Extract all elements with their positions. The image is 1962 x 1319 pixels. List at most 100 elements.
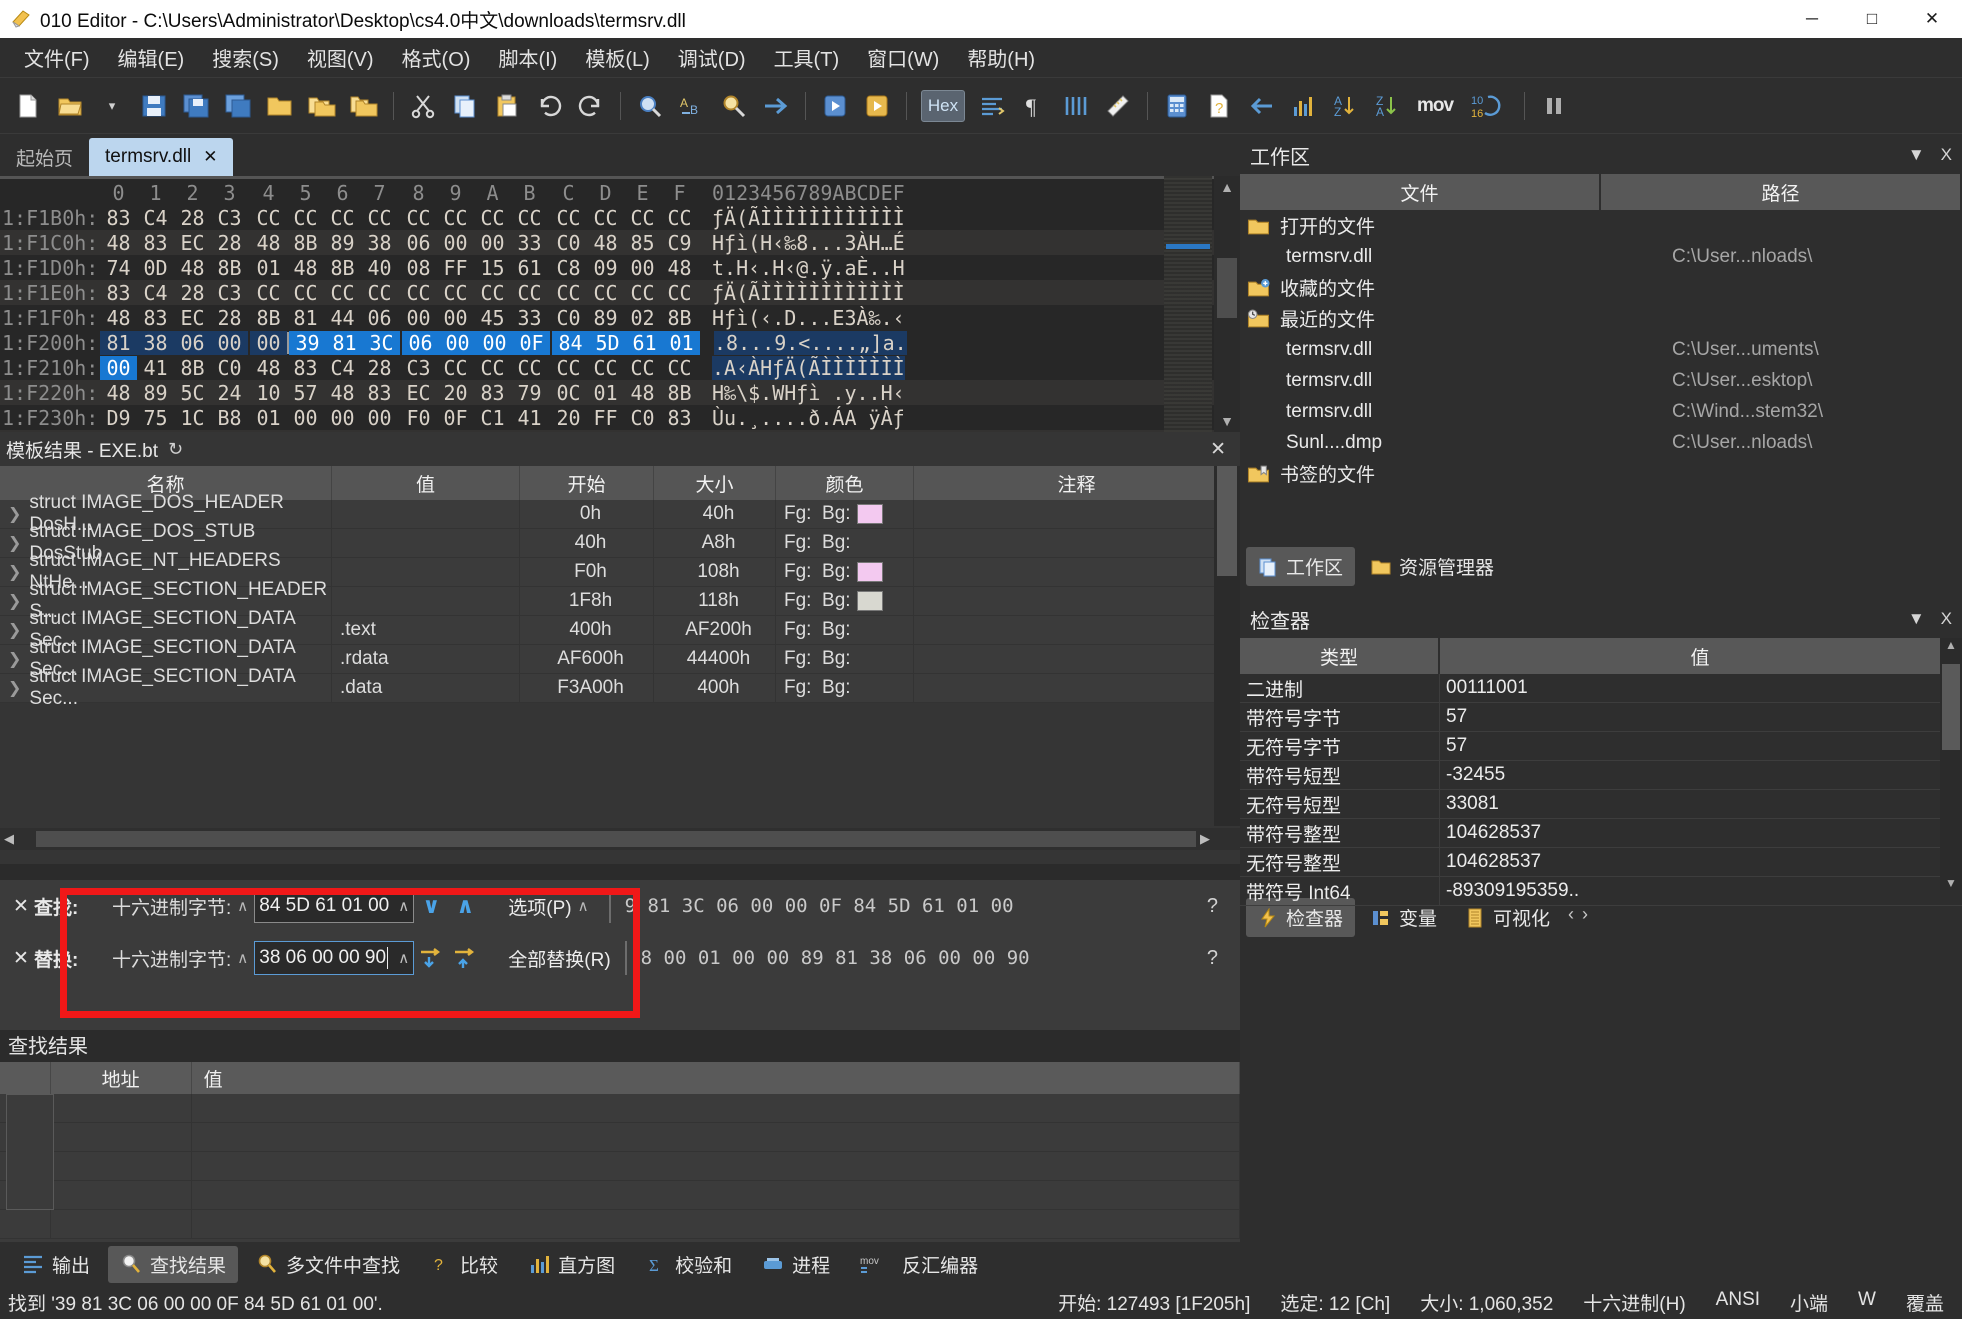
- hex-byte[interactable]: 0D: [137, 256, 174, 280]
- hex-byte[interactable]: CC: [400, 281, 437, 305]
- inspector-row[interactable]: 无符号整型 104628537: [1240, 848, 1962, 877]
- replace-input[interactable]: 38 06 00 00 90 ∧: [254, 941, 415, 975]
- hex-byte[interactable]: 09: [587, 256, 624, 280]
- find-input[interactable]: 84 5D 61 01 00 ∧: [254, 889, 415, 923]
- inspector-scroll-up-icon[interactable]: ▲: [1940, 638, 1962, 652]
- histogram-icon[interactable]: [1283, 86, 1323, 126]
- hex-byte[interactable]: C0: [211, 356, 248, 380]
- hex-byte[interactable]: 45: [474, 306, 511, 330]
- close-button[interactable]: ✕: [1902, 0, 1962, 38]
- redo-icon[interactable]: [571, 86, 611, 126]
- hex-byte[interactable]: 44: [324, 306, 361, 330]
- inspector-row[interactable]: 无符号字节 57: [1240, 732, 1962, 761]
- hex-byte[interactable]: 0F: [437, 406, 474, 430]
- hex-row[interactable]: 1:F220h: 48 89 5C 24 10 57 48 83 EC 20 83 79 0C 01 48 8B…: [0, 380, 1240, 405]
- inspector-row-value[interactable]: -89309195359..: [1440, 877, 1962, 905]
- hex-byte[interactable]: 61: [511, 256, 548, 280]
- copy-icon[interactable]: [445, 86, 485, 126]
- hex-row[interactable]: 1:F200h: 81 38 06 00 00 39 81 3C 06 00 00 0F 84 5D 61 01…: [0, 330, 1240, 355]
- replace-prev-button[interactable]: [448, 941, 482, 975]
- hex-byte[interactable]: 75: [137, 406, 174, 430]
- hex-byte[interactable]: 48: [100, 231, 137, 255]
- hex-byte[interactable]: 48: [100, 381, 137, 405]
- hex-byte[interactable]: CC: [511, 206, 548, 230]
- bottom-tab-find-results[interactable]: 查找结果: [108, 1245, 239, 1283]
- color-swatch[interactable]: [856, 591, 883, 611]
- menu-templates[interactable]: 模板(L): [571, 39, 663, 76]
- hex-byte[interactable]: 28: [211, 306, 248, 330]
- workspace-file-item[interactable]: termsrv.dll C:\User...nloads\: [1240, 241, 1962, 272]
- hex-byte[interactable]: CC: [587, 206, 624, 230]
- hex-byte[interactable]: CC: [587, 281, 624, 305]
- replace-all-button[interactable]: 全部替换(R): [508, 945, 610, 972]
- hex-byte[interactable]: 02: [624, 306, 661, 330]
- hex-byte[interactable]: CC: [287, 206, 324, 230]
- find-results-col-address[interactable]: 地址: [51, 1062, 192, 1094]
- hex-ascii[interactable]: ƒÄ(ÃÌÌÌÌÌÌÌÌÌÌÌÌ: [712, 206, 905, 230]
- hex-byte[interactable]: 48: [624, 381, 661, 405]
- workspace-close-icon[interactable]: X: [1941, 145, 1952, 165]
- hex-ascii[interactable]: .A‹ÀHƒÄ(ÃÌÌÌÌÌÌÌ: [712, 355, 905, 380]
- col-header-value[interactable]: 值: [332, 466, 520, 500]
- save-file-button[interactable]: [134, 86, 174, 126]
- workspace-rows-container[interactable]: 打开的文件 termsrv.dll C:\User...nloads\ 收藏的文件 最近…: [1240, 210, 1962, 489]
- hex-ascii[interactable]: ƒÄ(ÃÌÌÌÌÌÌÌÌÌÌÌÌ: [712, 281, 905, 305]
- color-swatch[interactable]: [856, 504, 883, 524]
- hex-byte[interactable]: 00: [324, 406, 361, 430]
- expand-chevron-icon[interactable]: ❯: [8, 562, 21, 582]
- hex-byte[interactable]: C8: [550, 256, 587, 280]
- hex-byte[interactable]: 39: [289, 330, 326, 355]
- hex-byte[interactable]: 79: [511, 381, 548, 405]
- hex-byte[interactable]: 00: [474, 231, 511, 255]
- inspector-row[interactable]: 带符号字节 57: [1240, 703, 1962, 732]
- hex-row[interactable]: 1:F1B0h: 83 C4 28 C3 CC CC CC CC CC CC CC CC CC CC CC CC…: [0, 205, 1240, 230]
- find-in-files-icon[interactable]: [714, 86, 754, 126]
- refresh-icon[interactable]: ↻: [168, 439, 183, 460]
- replace-icon[interactable]: AB: [672, 86, 712, 126]
- hex-byte[interactable]: 38: [361, 231, 398, 255]
- hex-rows-container[interactable]: 1:F1B0h: 83 C4 28 C3 CC CC CC CC CC CC CC CC CC CC CC CC…: [0, 205, 1240, 432]
- hex-byte[interactable]: 84: [552, 330, 589, 355]
- menu-edit[interactable]: 编辑(E): [104, 39, 199, 76]
- inspector-rows-container[interactable]: 二进制 00111001 带符号字节 57 无符号字节 57 带符号短型 -32455 无符号短…: [1240, 674, 1962, 906]
- workspace-file-item[interactable]: Sunl....dmp C:\User...nloads\: [1240, 427, 1962, 458]
- hex-row[interactable]: 1:F230h: D9 75 1C B8 01 00 00 00 F0 0F C1 41 20 FF C0 83…: [0, 405, 1240, 430]
- hex-byte[interactable]: CC: [624, 356, 661, 380]
- hex-byte[interactable]: CC: [587, 356, 624, 380]
- expand-chevron-icon[interactable]: ❯: [8, 678, 21, 698]
- hex-byte[interactable]: 20: [437, 381, 474, 405]
- hex-byte[interactable]: 00: [100, 355, 137, 380]
- hex-byte[interactable]: 8B: [174, 356, 211, 380]
- find-results-body[interactable]: [0, 1094, 1240, 1239]
- base-convert-icon[interactable]: 10 16: [1463, 86, 1515, 126]
- row-color[interactable]: Fg: Bg:: [776, 558, 914, 586]
- paragraph-icon[interactable]: ¶: [1014, 86, 1054, 126]
- hex-byte[interactable]: 00: [400, 306, 437, 330]
- hex-byte[interactable]: 48: [250, 231, 287, 255]
- hex-byte[interactable]: 10: [250, 381, 287, 405]
- row-color[interactable]: Fg: Bg:: [776, 500, 914, 528]
- hex-byte[interactable]: CC: [437, 281, 474, 305]
- goto-icon[interactable]: [756, 86, 796, 126]
- hex-byte[interactable]: CC: [624, 281, 661, 305]
- hex-byte[interactable]: 00: [437, 231, 474, 255]
- hex-byte[interactable]: C3: [211, 206, 248, 230]
- calculator-icon[interactable]: [1157, 86, 1197, 126]
- hex-byte[interactable]: 01: [663, 330, 700, 355]
- hex-byte[interactable]: CC: [250, 206, 287, 230]
- hex-byte[interactable]: 20: [550, 406, 587, 430]
- hex-byte[interactable]: 00: [437, 306, 474, 330]
- jump-back-icon[interactable]: [1241, 86, 1281, 126]
- undo-icon[interactable]: [529, 86, 569, 126]
- inspector-collapse-icon[interactable]: ▼: [1908, 609, 1925, 629]
- hex-byte[interactable]: 28: [174, 281, 211, 305]
- inspector-row-value[interactable]: 104628537: [1440, 819, 1962, 847]
- hex-mode-button[interactable]: Hex: [916, 86, 970, 126]
- menu-window[interactable]: 窗口(W): [853, 39, 953, 76]
- inspector-scroll-thumb[interactable]: [1942, 664, 1960, 750]
- hex-byte[interactable]: CC: [661, 206, 698, 230]
- row-color[interactable]: Fg: Bg:: [776, 645, 914, 673]
- inspector-row-value[interactable]: -32455: [1440, 761, 1962, 789]
- replace-type-dropdown-icon[interactable]: ∧: [237, 949, 248, 967]
- hex-byte[interactable]: C0: [550, 306, 587, 330]
